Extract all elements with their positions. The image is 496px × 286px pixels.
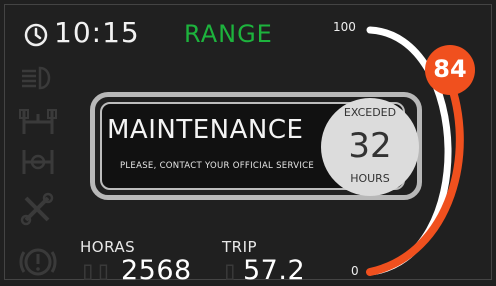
gauge-value: 84 <box>433 55 467 83</box>
axle-icon <box>18 104 58 140</box>
headlight-icon <box>18 60 58 96</box>
hours-value: 2568 <box>121 255 192 286</box>
wrench-icon <box>18 190 58 226</box>
clock-time: 10:15 <box>54 16 140 49</box>
drive-mode-label: RANGE <box>184 20 273 48</box>
exceeded-unit: HOURS <box>350 172 390 185</box>
clock-icon <box>24 23 48 47</box>
maintenance-title: MAINTENANCE <box>107 115 304 145</box>
trip-label: TRIP <box>222 238 258 256</box>
brake-warning-icon <box>18 244 58 280</box>
differential-lock-icon <box>18 144 58 180</box>
hours-ghost-digits: ▯▯ <box>80 256 112 286</box>
dashboard-screen: 10:15 RANGE MAINTENANCE PLEASE, CONTACT … <box>0 0 496 286</box>
gauge-max-label: 100 <box>333 20 356 34</box>
maintenance-message: PLEASE, CONTACT YOUR OFFICIAL SERVICE <box>119 161 315 171</box>
gauge-min-label: 0 <box>351 264 359 278</box>
trip-value: 57.2 <box>243 255 306 286</box>
exceeded-label: EXCEDED <box>343 106 397 119</box>
exceeded-value: 32 <box>348 126 392 166</box>
trip-ghost-digits: ▯ <box>222 256 238 286</box>
hours-label: HORAS <box>80 238 136 256</box>
